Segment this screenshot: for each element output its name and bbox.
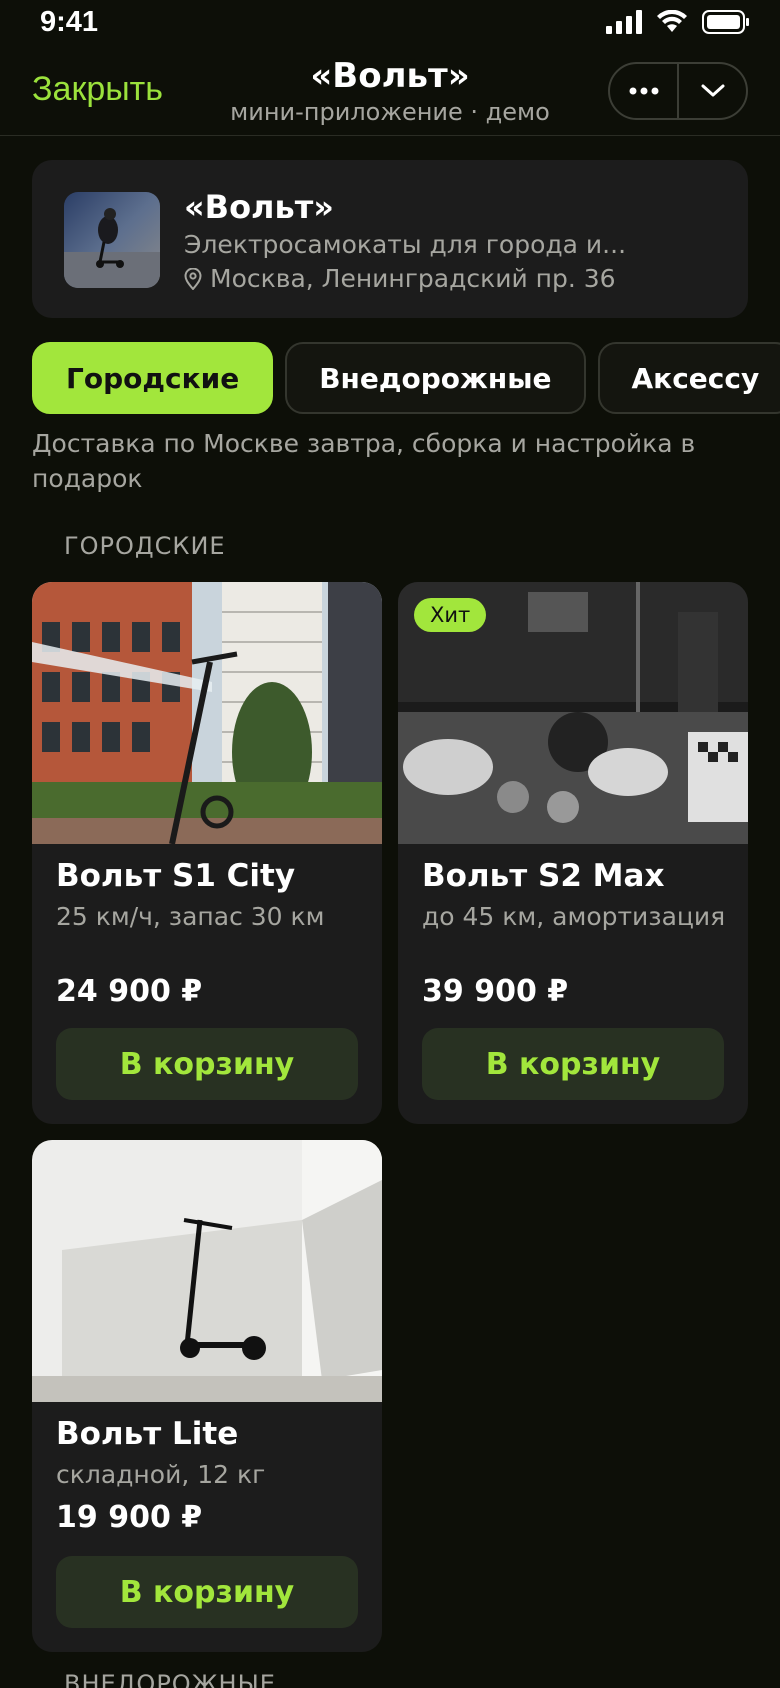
chevron-down-icon xyxy=(701,84,724,97)
signal-icon xyxy=(606,10,642,34)
add-to-cart-button[interactable]: В корзину xyxy=(56,1556,358,1628)
hit-badge: Хит xyxy=(414,598,487,632)
nav-title-block: «Вольт» мини-приложение · демо xyxy=(210,56,570,126)
product-price: 24 900 ₽ xyxy=(56,974,203,1009)
add-to-cart-button[interactable]: В корзину xyxy=(56,1028,358,1100)
status-time: 9:41 xyxy=(40,6,99,38)
product-image xyxy=(32,1140,382,1402)
more-button[interactable] xyxy=(610,64,677,118)
more-dots-icon xyxy=(629,87,658,95)
location-pin-icon xyxy=(184,267,202,290)
product-price: 19 900 ₽ xyxy=(56,1500,203,1535)
delivery-note: Доставка по Москве завтра, сборка и наст… xyxy=(32,429,696,493)
product-card[interactable]: Вольт S1 City 25 км/ч, запас 30 км 24 90… xyxy=(32,582,382,1124)
product-spec: 25 км/ч, запас 30 км xyxy=(56,902,325,931)
product-image xyxy=(32,582,382,844)
shop-address: Москва, Ленинградский пр. 36 xyxy=(184,264,616,293)
minimize-button[interactable] xyxy=(679,64,746,118)
nav-title: «Вольт» xyxy=(310,56,470,96)
product-spec: складной, 12 кг xyxy=(56,1460,266,1489)
close-button[interactable]: Закрыть xyxy=(32,70,163,109)
next-section-title: ВНЕДОРОЖНЫЕ xyxy=(64,1670,276,1688)
section-title: ГОРОДСКИЕ xyxy=(64,532,226,560)
status-icons xyxy=(606,10,750,34)
product-card[interactable]: Хит Вольт S2 Max до 45 км, амортизация 3… xyxy=(398,582,748,1124)
mini-app-nav-bar: Закрыть «Вольт» мини-приложение · демо xyxy=(0,50,780,136)
status-bar: 9:41 xyxy=(0,0,780,50)
product-price: 39 900 ₽ xyxy=(422,974,569,1009)
shop-address-text: Москва, Ленинградский пр. 36 xyxy=(210,264,616,293)
tab-accessories[interactable]: Аксессу xyxy=(597,342,780,414)
nav-subtitle: мини-приложение · демо xyxy=(230,98,550,126)
product-name: Вольт S2 Max xyxy=(422,858,665,894)
mini-app-capsule xyxy=(608,62,748,120)
shop-description: Электросамокаты для города и... xyxy=(184,230,627,259)
battery-icon xyxy=(702,10,749,34)
shop-avatar xyxy=(64,192,160,288)
category-tabs: Городские Внедорожные Аксессу xyxy=(32,342,780,414)
shop-info-card[interactable]: «Вольт» Электросамокаты для города и... … xyxy=(32,160,748,318)
wifi-icon xyxy=(657,10,687,32)
tab-offroad[interactable]: Внедорожные xyxy=(285,342,586,414)
add-to-cart-button[interactable]: В корзину xyxy=(422,1028,724,1100)
product-name: Вольт S1 City xyxy=(56,858,296,894)
product-spec: до 45 км, амортизация xyxy=(422,902,726,931)
shop-name: «Вольт» xyxy=(184,188,334,226)
product-name: Вольт Lite xyxy=(56,1416,239,1452)
product-card[interactable]: Вольт Lite складной, 12 кг 19 900 ₽ В ко… xyxy=(32,1140,382,1652)
tab-city[interactable]: Городские xyxy=(32,342,274,414)
